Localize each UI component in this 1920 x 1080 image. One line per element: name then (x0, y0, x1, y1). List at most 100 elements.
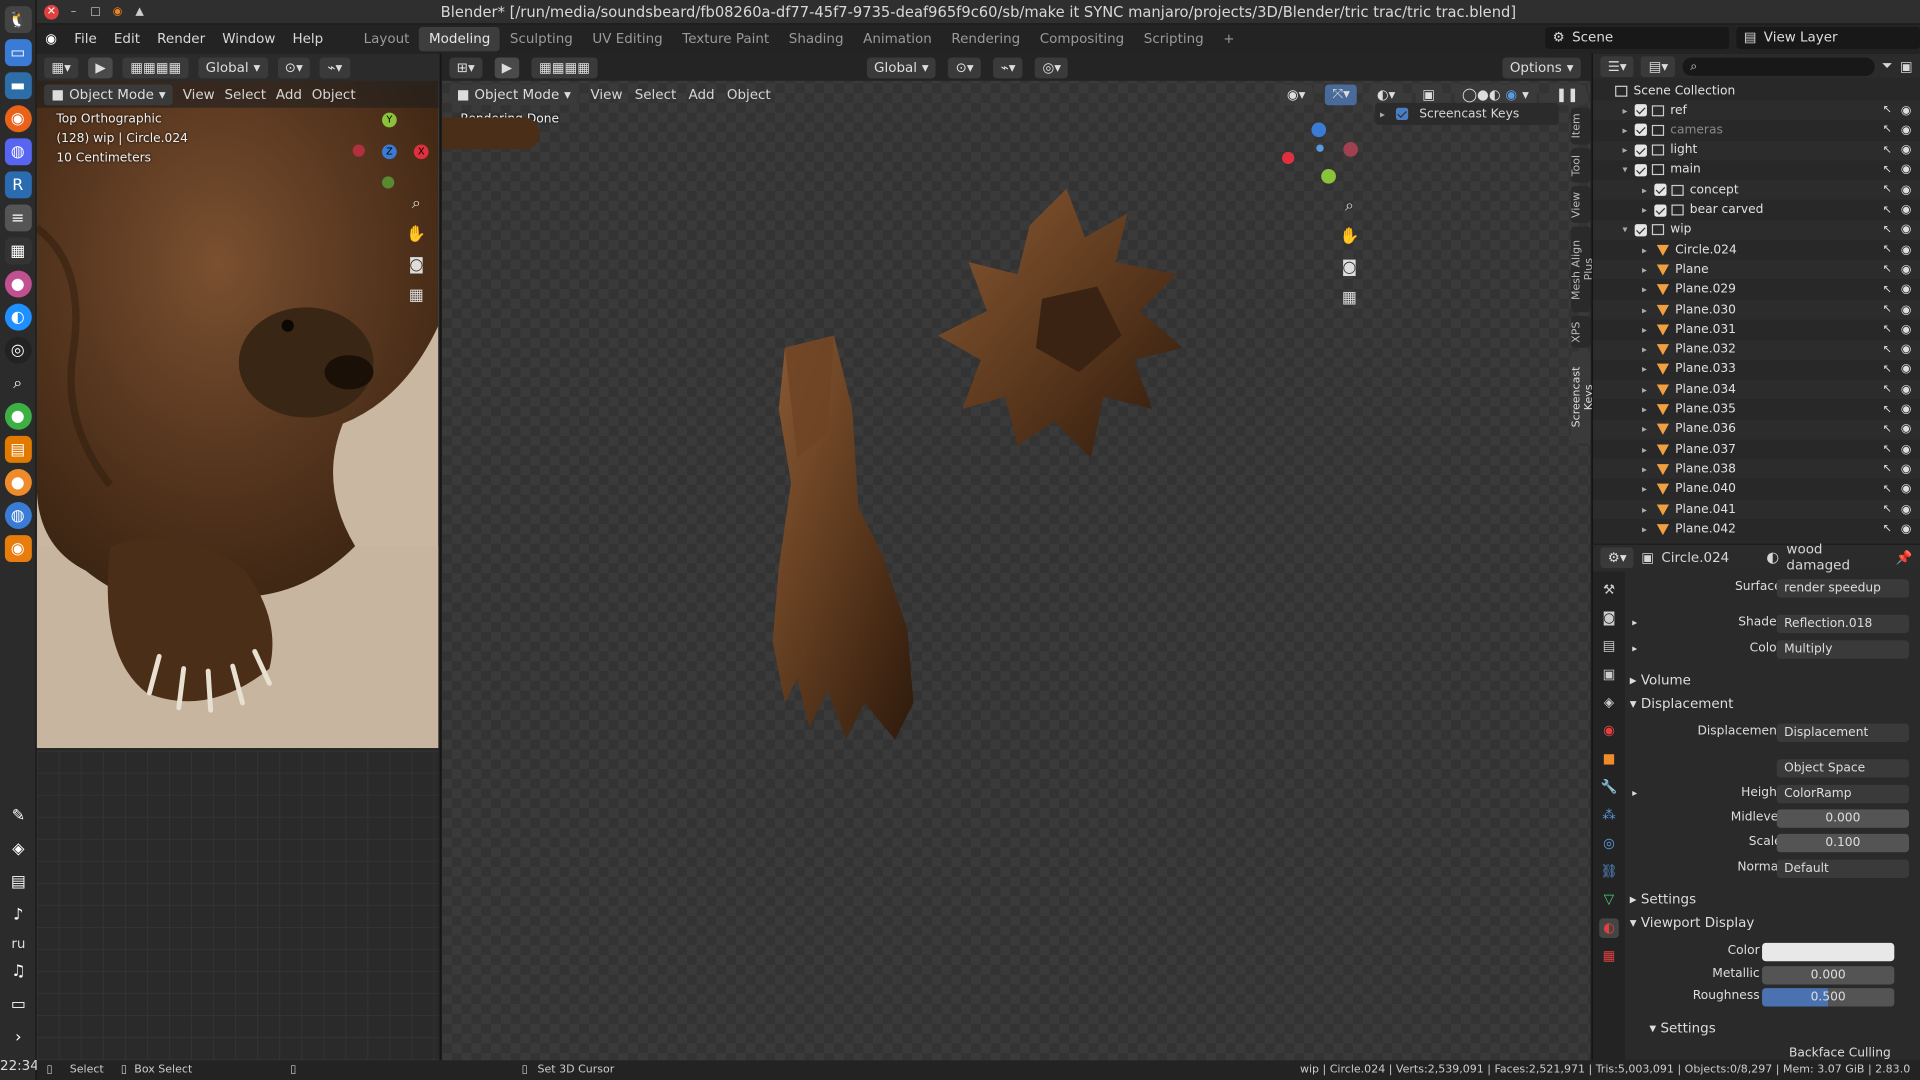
properties-editor-type[interactable]: ⚙▾ (1600, 546, 1634, 568)
filter-icon[interactable]: ⏷ (1882, 58, 1893, 75)
particles-props-icon[interactable]: ⁂ (1599, 806, 1619, 826)
volume-section[interactable]: ▸ Volume (1630, 672, 1691, 688)
menu-add[interactable]: Add (276, 86, 302, 102)
view-layer-props-icon[interactable]: ▣ (1599, 665, 1619, 685)
outliner-row-plane-042[interactable]: ▸ Plane.042 ↖ ◉ (1593, 520, 1920, 540)
stack-icon[interactable]: ◈ (5, 835, 32, 862)
snap-button[interactable]: ⌁▾ (320, 56, 350, 78)
expand-icon[interactable]: ▸ (1620, 145, 1630, 156)
add-workspace-icon[interactable]: + (1213, 27, 1244, 51)
outliner-row-plane-036[interactable]: ▸ Plane.036 ↖ ◉ (1593, 419, 1920, 440)
selectable-icon[interactable]: ↖ (1883, 423, 1892, 435)
outliner-row-plane-031[interactable]: ▸ Plane.031 ↖ ◉ (1593, 320, 1920, 340)
select-mode-buttons[interactable]: ▦▦▦▦ (122, 56, 189, 78)
selectable-icon[interactable]: ↖ (1883, 523, 1892, 535)
scene-collection-row[interactable]: Scene Collection (1593, 81, 1920, 101)
include-checkbox[interactable] (1634, 223, 1647, 237)
obs-icon[interactable]: ◎ (4, 336, 32, 364)
outliner-editor-type[interactable]: ☰▾ (1600, 55, 1634, 77)
viewport-navigation-gizmo[interactable] (1277, 118, 1363, 204)
expand-icon[interactable]: ▸ (1640, 444, 1650, 455)
outliner-row-ref[interactable]: ▸ ref ↖ ◉ (1593, 100, 1920, 121)
visibility-eye-icon[interactable]: ◉ (1901, 243, 1912, 256)
camera-icon[interactable]: ◙ (405, 255, 427, 277)
output-props-icon[interactable]: ▤ (1599, 637, 1619, 657)
outliner-row-plane-032[interactable]: ▸ Plane.032 ↖ ◉ (1593, 339, 1920, 360)
selectable-icon[interactable]: ↖ (1883, 284, 1892, 296)
tab-compositing[interactable]: Compositing (1030, 27, 1134, 51)
calculator-icon[interactable]: ▦ (4, 237, 32, 265)
monitor-icon[interactable]: ▭ (5, 991, 32, 1018)
grid-toggle-icon[interactable]: ▦ (405, 285, 427, 307)
gizmo-y-icon[interactable] (1321, 168, 1336, 184)
shader-row[interactable]: ▸ Shader Reflection.018 (1625, 611, 1920, 635)
visibility-eye-icon[interactable]: ◉ (1901, 223, 1912, 236)
screencast-keys-panel[interactable]: ▸ Screencast Keys (1375, 102, 1559, 125)
include-checkbox[interactable] (1654, 203, 1667, 217)
selectable-icon[interactable]: ↖ (1883, 244, 1892, 256)
visibility-eye-icon[interactable]: ◉ (1901, 363, 1912, 376)
shading-modes[interactable]: ◯●◐ ◉ ▾ (1454, 83, 1537, 105)
constraints-props-icon[interactable]: ⛓ (1599, 862, 1619, 882)
selectable-icon[interactable]: ↖ (1883, 483, 1892, 495)
outliner-row-plane-034[interactable]: ▸ Plane.034 ↖ ◉ (1593, 379, 1920, 400)
axis-z-icon[interactable]: Z (382, 144, 397, 160)
xray-toggle[interactable]: ▣ (1414, 83, 1443, 105)
collapse-icon[interactable]: ▾ (1620, 224, 1630, 235)
roughness-row[interactable]: Roughness 0.500 (1625, 984, 1920, 1008)
world-props-icon[interactable]: ◉ (1599, 721, 1619, 741)
axis-x-icon[interactable]: X (413, 144, 429, 160)
clipboard-icon[interactable]: ▤ (5, 868, 32, 895)
r-app-icon[interactable]: R (4, 171, 32, 199)
tab-animation[interactable]: Animation (853, 27, 941, 51)
navigation-gizmo[interactable]: Y Z X (348, 110, 434, 196)
volume-icon[interactable]: ♪ (5, 901, 32, 928)
settings-section[interactable]: ▸ Settings (1630, 891, 1696, 907)
tab-item[interactable]: Item (1571, 107, 1591, 145)
viewport-menu-add[interactable]: Add (689, 86, 715, 102)
zoom-icon[interactable]: ⌕ (405, 193, 427, 215)
selectable-icon[interactable]: ↖ (1883, 124, 1892, 136)
menu-object[interactable]: Object (312, 86, 356, 102)
outliner-row-circle-024[interactable]: ▸ Circle.024 ↖ ◉ (1593, 240, 1920, 260)
collapse-icon[interactable]: ▾ (1620, 165, 1630, 176)
gizmo-z-icon[interactable] (1311, 122, 1327, 138)
tab-shading[interactable]: Shading (779, 27, 853, 51)
selectable-icon[interactable]: ↖ (1883, 463, 1892, 475)
outliner-row-plane-040[interactable]: ▸ Plane.040 ↖ ◉ (1593, 480, 1920, 500)
viewport-menu-select[interactable]: Select (635, 86, 677, 102)
axis-neg-y-icon[interactable] (382, 176, 395, 189)
pin-properties-icon[interactable]: 📌 (1896, 549, 1913, 565)
include-checkbox[interactable] (1634, 124, 1647, 137)
selectable-icon[interactable]: ↖ (1883, 164, 1892, 176)
visibility-eye-icon[interactable]: ◉ (1901, 123, 1912, 136)
orientation-dropdown[interactable]: Global ▾ (198, 56, 268, 78)
include-checkbox[interactable] (1634, 163, 1647, 177)
display-mode-dropdown[interactable]: ▤▾ (1641, 55, 1676, 77)
expand-icon[interactable]: ▸ (1620, 125, 1630, 136)
outliner-row-concept[interactable]: ▸ concept ↖ ◉ (1593, 180, 1920, 200)
viewport-orientation-dropdown[interactable]: Global ▾ (866, 56, 937, 78)
backface-culling-label[interactable]: Backface Culling (1789, 1047, 1891, 1060)
tab-view[interactable]: View (1571, 186, 1591, 223)
tool-props-icon[interactable]: ⚒ (1599, 580, 1619, 600)
left-3d-viewport[interactable]: ▦▾ ▶ ▦▦▦▦ Global ▾ ⊙▾ ⌁▾ ■ Object Mode ▾ Vi… (36, 53, 441, 1061)
visibility-eye-icon[interactable]: ◉ (1901, 323, 1912, 336)
expand-icon[interactable]: ▸ (1640, 264, 1650, 275)
visibility-eye-icon[interactable]: ◉ (1901, 183, 1912, 196)
viewport-pan-icon[interactable]: ✋ (1338, 227, 1360, 249)
color-row[interactable]: ▸ Color Multiply (1625, 637, 1920, 661)
tab-mesh-align-plus[interactable]: Mesh Align Plus (1571, 226, 1596, 313)
visibility-dropdown[interactable]: ◉▾ (1279, 83, 1313, 105)
include-checkbox[interactable] (1654, 183, 1667, 197)
green-app-icon[interactable]: ● (4, 402, 32, 430)
visibility-eye-icon[interactable]: ◉ (1901, 383, 1912, 396)
vd-color-row[interactable]: Color (1625, 939, 1920, 963)
visibility-eye-icon[interactable]: ◉ (1901, 203, 1912, 216)
selectable-icon[interactable]: ↖ (1883, 403, 1892, 415)
visibility-eye-icon[interactable]: ◉ (1901, 423, 1912, 436)
outliner-search-field[interactable]: ⌕ (1682, 56, 1875, 76)
expand-icon[interactable]: ▸ (1640, 244, 1650, 255)
visibility-eye-icon[interactable]: ◉ (1901, 283, 1912, 296)
expand-icon[interactable]: ▸ (1640, 344, 1650, 355)
